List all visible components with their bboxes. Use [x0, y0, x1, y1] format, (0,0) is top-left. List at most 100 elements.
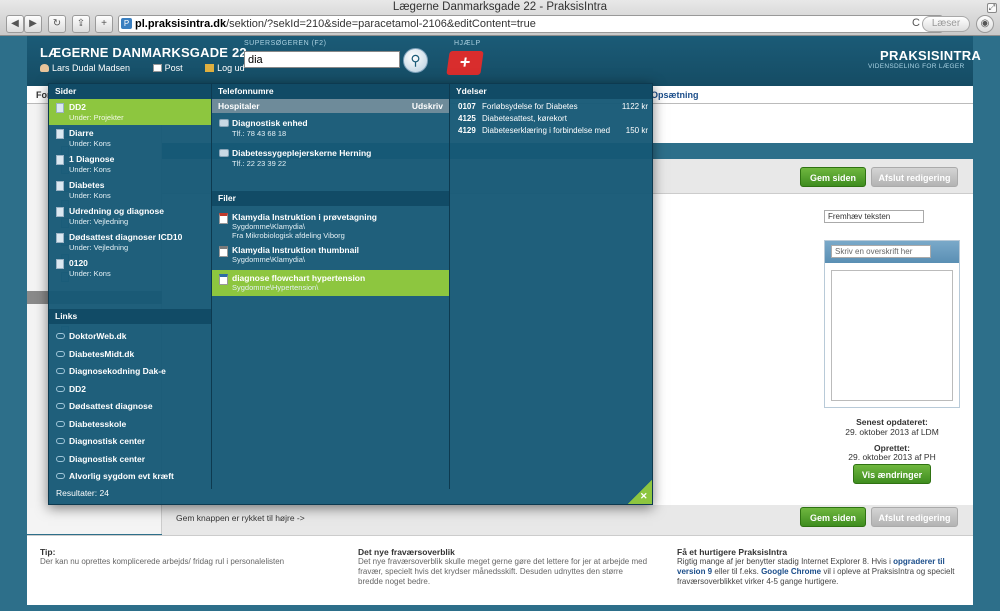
history-icon[interactable]: ↻	[48, 15, 66, 33]
user-name: Lars Dudal Madsen	[52, 63, 131, 73]
page-icon	[56, 155, 64, 165]
url-bar[interactable]: pl.praksisintra.dk/sektion/?sekId=210&si…	[118, 15, 943, 33]
link-result[interactable]: Diagnostisk center	[49, 451, 211, 468]
phone-result-number: Tlf.: 22 23 39 22	[232, 159, 287, 168]
page-icon	[56, 181, 64, 191]
phone-result-title: Diagnostisk enhed	[232, 118, 308, 128]
link-icon	[56, 455, 65, 462]
file-result[interactable]: Klamydia Instruktion i prøvetagning Sygdo…	[212, 209, 449, 242]
page-result-title: 1 Diagnose	[69, 154, 115, 164]
print-button[interactable]: Udskriv	[412, 99, 443, 113]
link-result-label: Diagnostisk center	[69, 436, 146, 446]
page-icon	[56, 233, 64, 243]
tip-title: Tip:	[40, 547, 56, 557]
post-link[interactable]: Post	[152, 63, 193, 73]
page-result-selected[interactable]: DD2 Under: Projekter	[49, 99, 211, 125]
help-first-aid-icon[interactable]: +	[446, 51, 484, 75]
page-result-title: Dødsattest diagnoser ICD10	[69, 232, 183, 242]
faster-text-part: Rigtig mange af jer benytter stadig Inte…	[677, 557, 891, 566]
finish-editing-button[interactable]: Afslut redigering	[871, 167, 958, 187]
save-page-button[interactable]: Gem siden	[800, 167, 866, 187]
link-result[interactable]: Dødsattest diagnose	[49, 398, 211, 415]
link-result[interactable]: DiabetesMidt.dk	[49, 346, 211, 363]
link-result-label: Alvorlig sygdom evt kræft	[69, 471, 174, 481]
footer: Tip: Der kan nu oprettes komplicerede ar…	[27, 535, 973, 605]
link-result[interactable]: Diagnostisk center	[49, 433, 211, 450]
link-result-label: Diagnostisk center	[69, 453, 146, 464]
help-label: HJÆLP	[454, 40, 481, 47]
files-list: Klamydia Instruktion i prøvetagning Sygdo…	[212, 209, 449, 319]
brand-logo: PRAKSISINTRA	[880, 48, 982, 63]
finish-editing-button-bottom[interactable]: Afslut redigering	[871, 507, 958, 527]
links-header: Links	[49, 309, 211, 324]
heading-input[interactable]: Skriv en overskrift her	[831, 245, 931, 258]
mail-icon	[152, 64, 162, 72]
page-icon	[56, 259, 64, 269]
reload-icon[interactable]: C	[912, 17, 920, 29]
search-label: SUPERSØGEREN (F2)	[244, 40, 327, 47]
url-path: /sektion/?sekId=210&side=paracetamol-210…	[226, 18, 536, 30]
absence-text: Det nye fraværsoverblik skulle meget ger…	[358, 557, 648, 586]
highlight-text-input[interactable]: Fremhæv teksten	[824, 210, 924, 223]
services-header: Ydelser	[450, 84, 652, 99]
page-result[interactable]: Diabetes Under: Kons	[49, 177, 211, 203]
widget-content-box[interactable]	[831, 270, 953, 401]
new-tab-icon[interactable]: +	[95, 15, 113, 33]
save-page-button-bottom[interactable]: Gem siden	[800, 507, 866, 527]
file-path: Sygdomme\Klamydia\	[232, 255, 305, 264]
phone-result[interactable]: Diabetessygeplejerskerne Herning Tlf.: 22…	[212, 148, 449, 172]
pages-list: DD2Under: Projekter DiarreUnder: Kons 1 …	[49, 99, 211, 289]
link-result[interactable]: Diabetesskole	[49, 416, 211, 433]
file-result-path: Sygdomme\Klamydia\	[232, 255, 305, 264]
link-icon	[56, 438, 65, 444]
service-code: 0107	[458, 102, 476, 111]
link-result[interactable]: Diagnosekodning Dak-e	[49, 363, 211, 380]
close-icon[interactable]: ✕	[640, 491, 648, 502]
downloads-icon[interactable]: ◉	[976, 15, 994, 33]
service-row[interactable]: 4125 Diabetesattest, kørekort	[458, 114, 648, 125]
user-icon	[40, 64, 49, 72]
back-icon[interactable]: ◀	[6, 15, 24, 33]
pdf-file-icon	[219, 213, 228, 224]
user-link[interactable]: Lars Dudal Madsen	[40, 63, 140, 73]
link-result[interactable]: DD2	[49, 381, 211, 398]
service-row[interactable]: 0107 Forløbsydelse for Diabetes 1122 kr	[458, 102, 648, 113]
file-result-title: Klamydia Instruktion i prøvetagning	[232, 212, 377, 222]
search-icon[interactable]: ⚲	[403, 48, 428, 73]
phones-list: Diagnostisk enhed Tlf.: 78 43 68 18 Diabe…	[212, 113, 449, 188]
link-result[interactable]: Alvorlig sygdom evt kræft	[49, 468, 211, 485]
page-icon	[56, 129, 64, 139]
reader-button[interactable]: Læser	[922, 16, 970, 32]
link-result-label: Diagnosekodning Dak-e	[69, 366, 166, 376]
link-result[interactable]: DoktorWeb.dk	[49, 328, 211, 345]
phone-result[interactable]: Diagnostisk enhed Tlf.: 78 43 68 18	[212, 118, 449, 142]
forward-icon[interactable]: ▶	[24, 15, 42, 33]
files-header: Filer	[212, 191, 449, 206]
service-code: 4129	[458, 126, 476, 135]
nav-item-setup[interactable]: Opsætning	[651, 90, 699, 100]
phone-icon	[219, 119, 229, 127]
page-result-title: Diarre	[69, 128, 94, 138]
chrome-link[interactable]: Google Chrome	[761, 567, 821, 576]
page-result[interactable]: Udredning og diagnose Under: Vejledning	[49, 203, 211, 229]
window-resize-icon[interactable]: ⤢	[987, 3, 997, 13]
link-icon	[56, 350, 65, 357]
logout-label: Log ud	[217, 63, 245, 73]
file-result-selected[interactable]: diagnose flowchart hypertension Sygdomme\…	[212, 270, 449, 296]
show-changes-button[interactable]: Vis ændringer	[853, 464, 931, 484]
page-result[interactable]: 1 Diagnose Under: Kons	[49, 151, 211, 177]
file-result-path: Sygdomme\Hypertension\	[232, 283, 318, 292]
service-row[interactable]: 4129 Diabeteserklæring i forbindelse med 1…	[458, 126, 648, 137]
super-search-input[interactable]	[244, 51, 400, 68]
link-icon	[56, 473, 65, 479]
page-result[interactable]: 0120 Under: Kons	[49, 255, 211, 281]
services-column: Ydelser 0107 Forløbsydelse for Diabetes 11…	[450, 84, 652, 147]
doc-file-icon	[219, 274, 228, 285]
page-result[interactable]: Diarre Under: Kons	[49, 125, 211, 151]
share-icon[interactable]: ⇪	[72, 15, 90, 33]
super-search-results: Sider DD2Under: Projekter DiarreUnder: K…	[48, 83, 653, 505]
moved-hint: Gem knappen er rykket til højre ->	[176, 513, 305, 523]
links-list: DoktorWeb.dk DiabetesMidt.dk Diagnosekod…	[49, 328, 211, 488]
page-result-title: 0120	[69, 258, 88, 268]
page-result[interactable]: Dødsattest diagnoser ICD10 Under: Vejledn…	[49, 229, 211, 255]
